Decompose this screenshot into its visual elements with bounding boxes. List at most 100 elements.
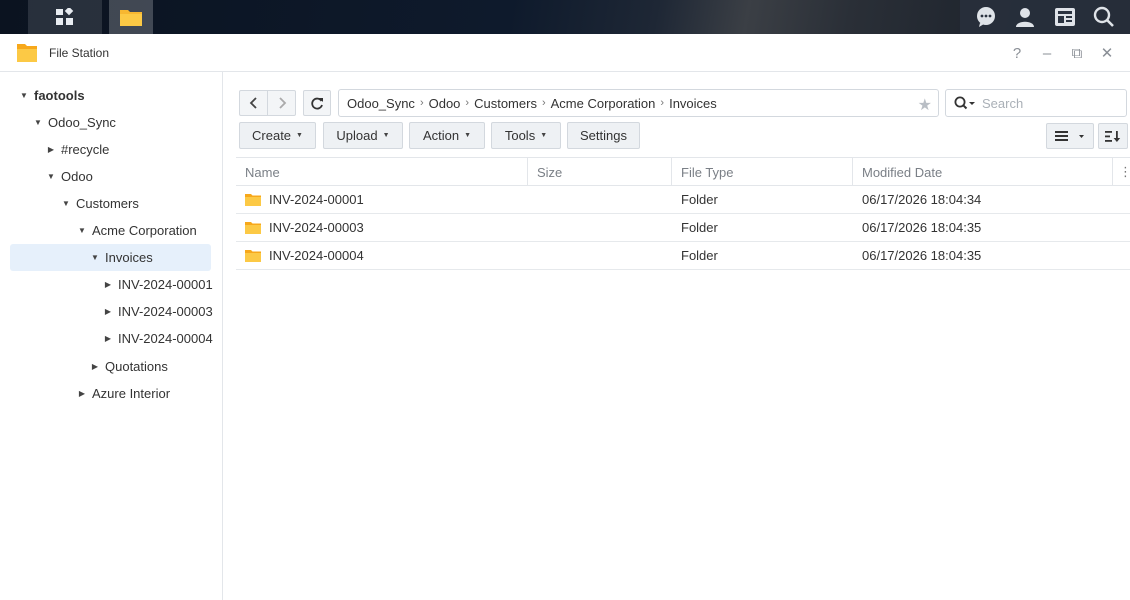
table-row[interactable]: INV-2024-00001 Folder 06/17/2026 18:04:3… — [236, 186, 1130, 214]
caret-right-icon[interactable]: ▶ — [102, 307, 114, 316]
caret-right-icon[interactable]: ▶ — [45, 145, 57, 154]
breadcrumb-segment[interactable]: Invoices — [669, 96, 717, 111]
folder-icon — [245, 193, 261, 206]
close-icon[interactable]: ✕ — [1092, 44, 1122, 62]
column-header-size[interactable]: Size — [528, 158, 672, 186]
sort-icon — [1105, 130, 1121, 142]
breadcrumb-separator-icon: › — [660, 97, 665, 109]
search-icon[interactable] — [954, 96, 976, 110]
path-breadcrumb[interactable]: Odoo_Sync › Odoo › Customers › Acme Corpora… — [338, 89, 939, 117]
file-size — [528, 214, 672, 241]
forward-button[interactable] — [267, 90, 296, 116]
breadcrumb-segment[interactable]: Odoo — [429, 96, 461, 111]
caret-right-icon[interactable]: ▶ — [102, 280, 114, 289]
settings-button[interactable]: Settings — [567, 122, 640, 149]
taskbar-file-station-button[interactable] — [109, 0, 153, 34]
file-name: INV-2024-00001 — [269, 192, 364, 207]
file-list-table: Name Size File Type Modified Date ⋮ INV-… — [236, 157, 1130, 270]
dropdown-caret-icon: ▼ — [540, 132, 548, 139]
breadcrumb-segment[interactable]: Odoo_Sync — [347, 96, 415, 111]
minimize-icon[interactable]: – — [1032, 45, 1062, 62]
restore-icon[interactable]: ⧉ — [1062, 45, 1092, 62]
search-input[interactable] — [982, 95, 1112, 111]
file-modified-date: 06/17/2026 18:04:34 — [862, 192, 982, 207]
grid-icon — [56, 8, 74, 25]
column-header-name[interactable]: Name — [236, 158, 528, 186]
caret-down-icon[interactable]: ▼ — [32, 118, 44, 127]
back-button[interactable] — [239, 90, 268, 116]
breadcrumb-segment[interactable]: Customers — [474, 96, 537, 111]
tree-item-odoo[interactable]: ▼ Odoo — [45, 163, 93, 189]
tree-item-invoices[interactable]: ▼ Invoices — [89, 244, 153, 270]
file-size — [528, 186, 672, 213]
tree-item-odoo-sync[interactable]: ▼ Odoo_Sync — [32, 109, 116, 135]
breadcrumb-separator-icon: › — [419, 97, 424, 109]
help-icon[interactable]: ? — [1002, 45, 1032, 62]
upload-button[interactable]: Upload ▼ — [323, 122, 403, 149]
tree-item-quotations[interactable]: ▶ Quotations — [89, 353, 168, 379]
file-station-icon — [16, 42, 38, 64]
chevron-right-icon — [278, 97, 286, 109]
breadcrumb-separator-icon: › — [465, 97, 470, 109]
folder-tree: ▼ faotools ▼ Odoo_Sync ▶ #recycle ▼ Odoo… — [0, 72, 223, 600]
action-button[interactable]: Action ▼ — [409, 122, 485, 149]
caret-down-icon[interactable]: ▼ — [18, 91, 30, 100]
breadcrumb-segment[interactable]: Acme Corporation — [551, 96, 656, 111]
caret-down-icon[interactable]: ▼ — [89, 253, 101, 262]
favorite-star-icon[interactable]: ★ — [918, 95, 932, 115]
caret-right-icon[interactable]: ▶ — [89, 362, 101, 371]
column-header-modified-date[interactable]: Modified Date — [853, 158, 1113, 186]
sort-button[interactable] — [1098, 123, 1128, 149]
chevron-left-icon — [249, 97, 257, 109]
search-box[interactable] — [945, 89, 1127, 117]
refresh-button[interactable] — [303, 90, 331, 116]
list-view-icon — [1055, 131, 1084, 141]
column-menu-icon[interactable]: ⋮ — [1113, 158, 1130, 186]
chat-icon[interactable] — [975, 6, 997, 28]
window-titlebar: File Station ? – ⧉ ✕ — [0, 34, 1130, 72]
window-title: File Station — [49, 45, 110, 60]
file-type: Folder — [681, 192, 718, 207]
table-row[interactable]: INV-2024-00003 Folder 06/17/2026 18:04:3… — [236, 214, 1130, 242]
create-button[interactable]: Create ▼ — [239, 122, 316, 149]
dropdown-caret-icon: ▼ — [382, 132, 390, 139]
caret-right-icon[interactable]: ▶ — [76, 389, 88, 398]
folder-icon — [245, 249, 261, 262]
breadcrumb-separator-icon: › — [541, 97, 546, 109]
column-header-file-type[interactable]: File Type — [672, 158, 853, 186]
tree-item-inv-00004[interactable]: ▶ INV-2024-00004 — [102, 325, 213, 351]
dropdown-caret-icon: ▼ — [464, 132, 472, 139]
file-type: Folder — [681, 248, 718, 263]
dropdown-caret-icon: ▼ — [296, 132, 303, 139]
file-modified-date: 06/17/2026 18:04:35 — [862, 248, 982, 263]
file-size — [528, 242, 672, 269]
tree-item-recycle[interactable]: ▶ #recycle — [45, 136, 110, 162]
refresh-icon — [310, 97, 323, 109]
desktop-taskbar — [0, 0, 1130, 34]
caret-down-icon[interactable]: ▼ — [60, 199, 72, 208]
file-name: INV-2024-00004 — [269, 248, 364, 263]
table-header: Name Size File Type Modified Date ⋮ — [236, 157, 1130, 186]
tree-item-inv-00001[interactable]: ▶ INV-2024-00001 — [102, 271, 213, 297]
view-mode-button[interactable] — [1046, 123, 1094, 149]
user-icon[interactable] — [1014, 6, 1036, 28]
main-panel: Odoo_Sync › Odoo › Customers › Acme Corpora… — [224, 72, 1130, 600]
file-type: Folder — [681, 220, 718, 235]
search-icon[interactable] — [1093, 6, 1115, 28]
caret-down-icon[interactable]: ▼ — [45, 172, 57, 181]
file-modified-date: 06/17/2026 18:04:35 — [862, 220, 982, 235]
widgets-icon[interactable] — [1054, 6, 1076, 28]
tree-item-inv-00003[interactable]: ▶ INV-2024-00003 — [102, 298, 213, 324]
tree-item-faotools[interactable]: ▼ faotools — [18, 82, 85, 108]
file-name: INV-2024-00003 — [269, 220, 364, 235]
tree-item-azure-interior[interactable]: ▶ Azure Interior — [76, 380, 170, 406]
tree-item-acme-corporation[interactable]: ▼ Acme Corporation — [76, 217, 197, 243]
folder-icon — [120, 10, 142, 26]
main-menu-button[interactable] — [28, 0, 102, 34]
caret-down-icon[interactable]: ▼ — [76, 226, 88, 235]
table-row[interactable]: INV-2024-00004 Folder 06/17/2026 18:04:3… — [236, 242, 1130, 270]
folder-icon — [245, 221, 261, 234]
tools-button[interactable]: Tools ▼ — [491, 122, 561, 149]
caret-right-icon[interactable]: ▶ — [102, 334, 114, 343]
tree-item-customers[interactable]: ▼ Customers — [60, 190, 139, 216]
